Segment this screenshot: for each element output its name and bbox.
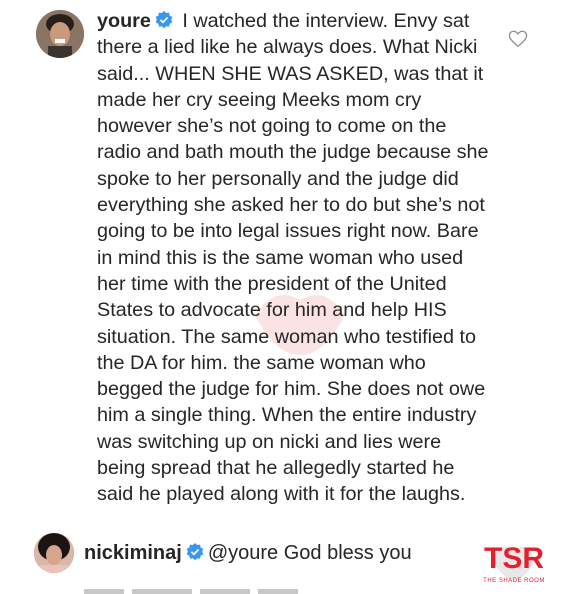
avatar-image bbox=[36, 10, 84, 58]
reply-mention[interactable]: @youre bbox=[208, 542, 278, 564]
verified-badge-icon bbox=[186, 543, 204, 561]
cutoff-text-shape bbox=[84, 589, 298, 594]
reply-username[interactable]: nickiminaj bbox=[84, 542, 182, 564]
heart-outline-icon[interactable] bbox=[508, 30, 528, 48]
reply-body: nickiminaj @youre God bless you bbox=[84, 541, 412, 565]
tsr-logo-text: TSR bbox=[484, 542, 544, 575]
tsr-logo: TSR THE SHADE ROOM bbox=[483, 542, 545, 584]
comment-username[interactable]: youre bbox=[97, 10, 151, 32]
reply-text: God bless you bbox=[283, 542, 412, 564]
avatar[interactable] bbox=[36, 10, 84, 58]
tsr-tagline: THE SHADE ROOM bbox=[483, 578, 545, 584]
reply-avatar-image bbox=[34, 533, 74, 573]
cutoff-metadata-row bbox=[84, 585, 334, 594]
verified-badge-icon bbox=[155, 11, 173, 29]
reply-avatar[interactable] bbox=[34, 533, 74, 573]
comment-text: I watched the interview. Envy sat there … bbox=[97, 10, 495, 506]
comment-body: youre I watched the interview. Envy sat … bbox=[97, 8, 492, 508]
